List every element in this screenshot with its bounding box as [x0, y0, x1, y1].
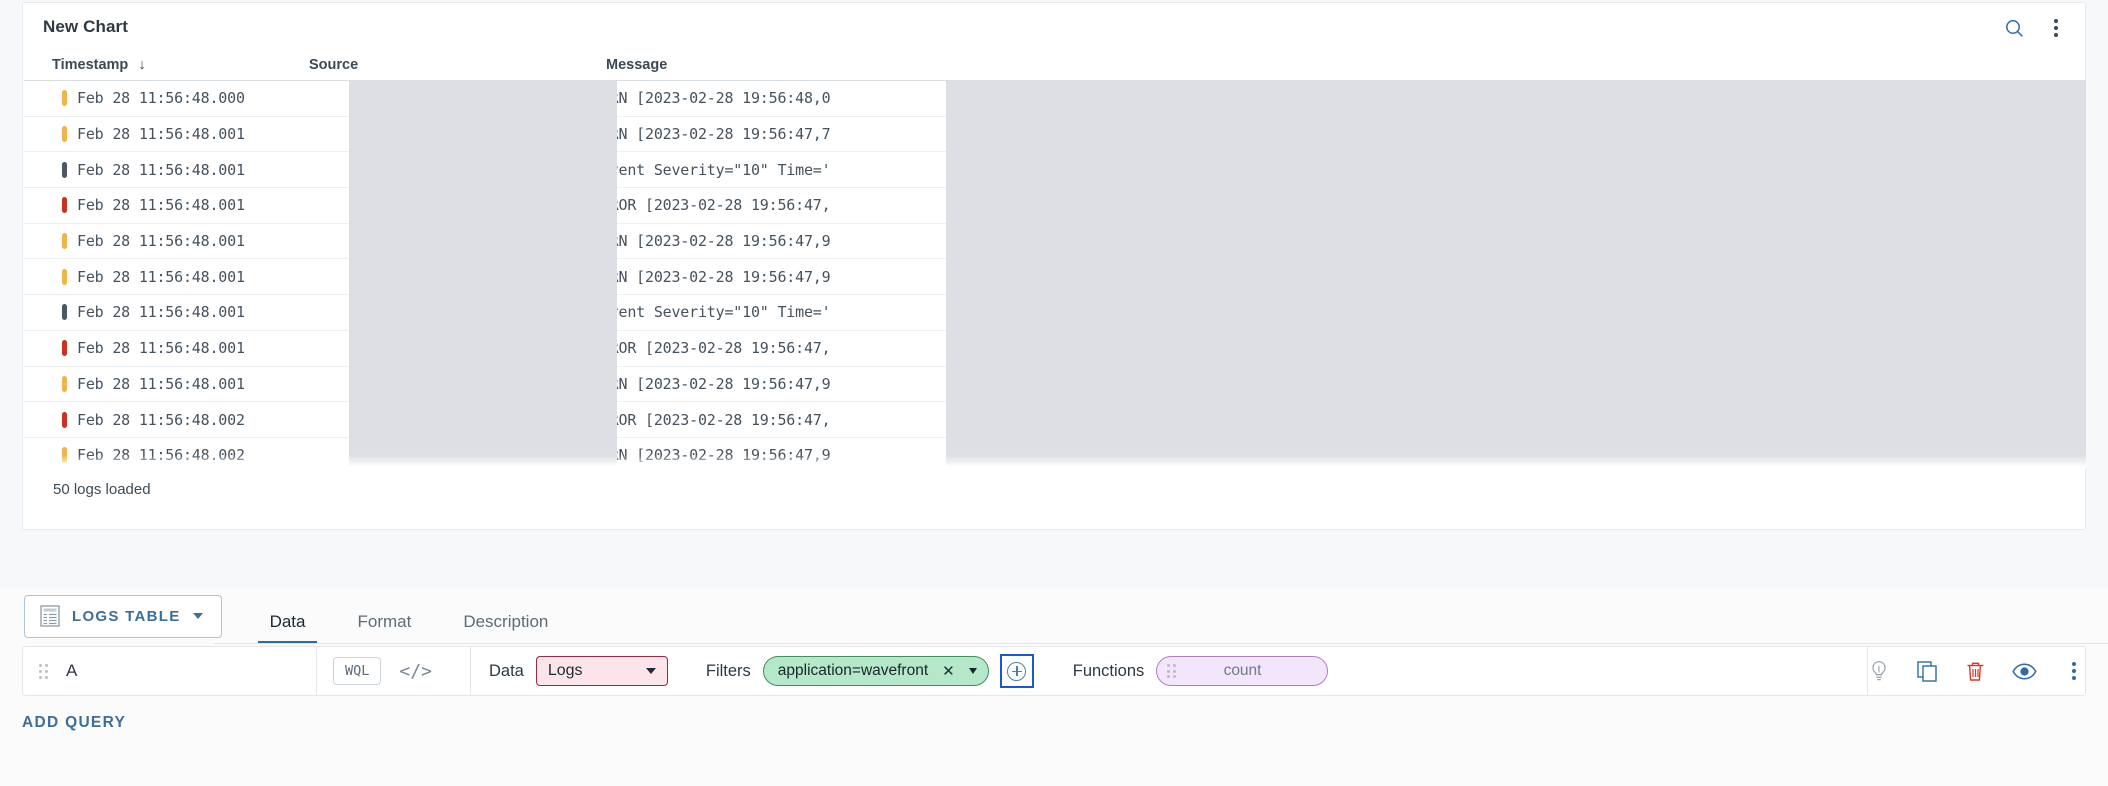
function-chip[interactable]: count — [1156, 656, 1329, 686]
chevron-down-icon[interactable] — [968, 668, 977, 674]
message-cell: <Event Severity="10" Time=' — [592, 303, 831, 322]
tabs-underline — [214, 643, 2108, 644]
functions-label: Functions — [1072, 661, 1145, 680]
chart-type-selector[interactable]: LOGS TABLE — [24, 594, 222, 638]
message-cell: ERROR [2023-02-28 19:56:47, — [592, 410, 831, 429]
timestamp-cell: Feb 28 11:56:48.002 — [77, 410, 245, 429]
query-actions — [1867, 647, 2085, 695]
logs-loaded-status: 50 logs loaded — [53, 481, 151, 498]
message-cell: WARN [2023-02-28 19:56:47,7 — [592, 125, 831, 144]
message-cell: ERROR [2023-02-28 19:56:47, — [592, 196, 831, 215]
query-row: A WQL </> Data Logs Filters application=… — [22, 646, 2086, 696]
page-title: New Chart — [43, 17, 128, 36]
chart-card: New Chart Timestamp ↓ Source Message Feb… — [22, 2, 2086, 530]
filter-chip-label: application=wavefront — [777, 662, 929, 679]
table-row[interactable]: Feb 28 11:56:48.001 WARN [2023-02-28 19:5… — [24, 224, 2086, 260]
message-cell: WARN [2023-02-28 19:56:47,9 — [592, 267, 831, 286]
chevron-down-icon — [645, 668, 656, 674]
timestamp-cell: Feb 28 11:56:48.001 — [77, 125, 245, 144]
table-row[interactable]: Feb 28 11:56:48.001 WARN [2023-02-28 19:5… — [24, 117, 2086, 153]
message-cell: WARN [2023-02-28 19:56:47,9 — [592, 232, 831, 251]
close-icon[interactable]: ✕ — [942, 664, 955, 679]
table-row[interactable]: Feb 28 11:56:48.002 WARN [2023-02-28 19:5… — [24, 438, 2086, 469]
wql-button[interactable]: WQL — [333, 657, 382, 685]
timestamp-cell: Feb 28 11:56:48.001 — [77, 339, 245, 358]
copy-icon[interactable] — [1916, 658, 1938, 684]
table-row[interactable]: Feb 28 11:56:48.001 WARN [2023-02-28 19:5… — [24, 367, 2086, 403]
message-cell: <Event Severity="10" Time=' — [592, 160, 831, 179]
table-row[interactable]: Feb 28 11:56:48.001 <Event Severity="10" … — [24, 152, 2086, 189]
query-name-cell[interactable]: A — [23, 647, 317, 695]
query-builder-cell: Data Logs Filters application=wavefront … — [471, 647, 1867, 695]
chevron-down-icon — [192, 613, 203, 619]
data-source-value: Logs — [547, 662, 583, 679]
plus-circle-icon — [1007, 661, 1027, 681]
logs-table: Timestamp ↓ Source Message Feb 28 11:56:… — [24, 49, 2086, 469]
tab-description[interactable]: Description — [437, 613, 574, 644]
timestamp-column-label: Timestamp — [52, 56, 129, 73]
chart-type-label: LOGS TABLE — [72, 607, 181, 625]
logs-table-icon — [40, 605, 60, 627]
function-chip-label: count — [1223, 662, 1262, 679]
chart-card-header: New Chart — [23, 3, 2085, 49]
drag-handle-icon[interactable] — [39, 663, 48, 679]
add-filter-button[interactable] — [999, 654, 1034, 688]
timestamp-cell: Feb 28 11:56:48.001 — [77, 374, 245, 393]
table-row[interactable]: Feb 28 11:56:48.001 WARN [2023-02-28 19:5… — [24, 259, 2086, 296]
data-source-select[interactable]: Logs — [535, 656, 668, 686]
functions-group: Functions count — [1073, 656, 1329, 686]
message-cell: WARN [2023-02-28 19:56:48,0 — [592, 89, 831, 108]
table-row[interactable]: Feb 28 11:56:48.002 ERROR [2023-02-28 19:… — [24, 402, 2086, 438]
data-label: Data — [489, 661, 524, 680]
drag-handle-icon[interactable] — [1167, 664, 1176, 678]
message-cell: WARN [2023-02-28 19:56:47,9 — [592, 374, 831, 393]
filters-group: Filters application=wavefront ✕ — [705, 654, 1034, 688]
timestamp-cell: Feb 28 11:56:48.001 — [77, 267, 245, 286]
table-row[interactable]: Feb 28 11:56:48.000 WARN [2023-02-28 19:5… — [24, 81, 2086, 117]
editor-tabs: Data Format Description — [244, 588, 575, 644]
trash-icon[interactable] — [1964, 658, 1986, 684]
query-editor-panel: LOGS TABLE Data Format Description A WQL <… — [0, 588, 2108, 786]
query-language-cell: WQL </> — [317, 647, 471, 695]
add-query-button[interactable]: ADD QUERY — [22, 714, 126, 732]
source-column-header[interactable]: Source — [309, 57, 604, 73]
chart-menu-kebab-icon[interactable] — [2043, 15, 2069, 41]
message-cell: ERROR [2023-02-28 19:56:47, — [592, 339, 831, 358]
filter-chip[interactable]: application=wavefront ✕ — [762, 656, 989, 686]
timestamp-cell: Feb 28 11:56:48.002 — [77, 446, 245, 465]
timestamp-cell: Feb 28 11:56:48.001 — [77, 232, 245, 251]
search-icon[interactable] — [2001, 15, 2027, 41]
timestamp-cell: Feb 28 11:56:48.000 — [77, 89, 245, 108]
table-row[interactable]: Feb 28 11:56:48.001 ERROR [2023-02-28 19:… — [24, 331, 2086, 367]
tab-data[interactable]: Data — [244, 613, 332, 644]
table-row[interactable]: Feb 28 11:56:48.001 ERROR [2023-02-28 19:… — [24, 188, 2086, 224]
message-column-header[interactable]: Message — [604, 57, 2086, 73]
timestamp-cell: Feb 28 11:56:48.001 — [77, 196, 245, 215]
timestamp-column-header[interactable]: Timestamp ↓ — [46, 57, 309, 73]
table-row[interactable]: Feb 28 11:56:48.001 <Event Severity="10" … — [24, 295, 2086, 331]
timestamp-cell: Feb 28 11:56:48.001 — [77, 160, 245, 179]
code-editor-icon[interactable]: </> — [399, 661, 432, 682]
editor-tabs-row: LOGS TABLE Data Format Description — [0, 588, 2108, 644]
filters-label: Filters — [705, 661, 751, 680]
query-menu-kebab-icon[interactable] — [2063, 658, 2085, 684]
tab-format[interactable]: Format — [331, 613, 437, 644]
logs-table-header: Timestamp ↓ Source Message — [24, 49, 2086, 81]
sort-descending-icon: ↓ — [138, 56, 146, 73]
eye-icon[interactable] — [2012, 658, 2037, 684]
logs-table-body: Feb 28 11:56:48.000 WARN [2023-02-28 19:5… — [24, 81, 2086, 469]
message-cell: WARN [2023-02-28 19:56:47,9 — [592, 446, 831, 465]
chart-header-actions — [2001, 15, 2069, 41]
lightbulb-icon[interactable] — [1868, 658, 1890, 684]
query-name-label: A — [66, 661, 78, 680]
timestamp-cell: Feb 28 11:56:48.001 — [77, 303, 245, 322]
